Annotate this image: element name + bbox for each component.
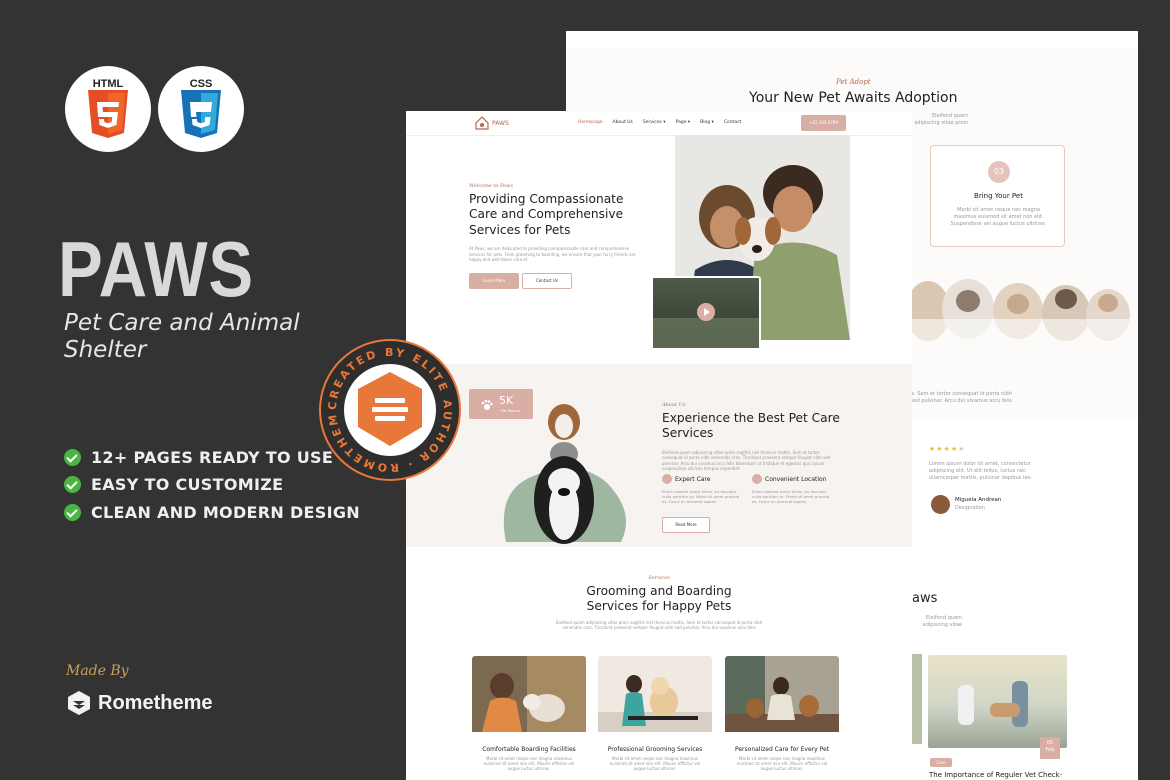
brand-subtitle: Pet Care and Animal Shelter xyxy=(64,310,300,363)
pets-group-image xyxy=(908,279,1138,349)
feature-expert-care-text: Etiam lobortis turpis tellus, eu faucibu… xyxy=(662,489,740,504)
step-text: Morbi sit amet neque nec magna maximus e… xyxy=(950,207,1047,227)
about-tag: About Us xyxy=(662,402,686,408)
about-title: Experience the Best Pet Care Services xyxy=(662,411,840,441)
site-logo-text: PAWS xyxy=(492,119,509,127)
made-by-label: Made By xyxy=(66,663,129,679)
nav-item-homepage[interactable]: Homepage xyxy=(578,120,603,125)
blog-card-image xyxy=(928,655,1067,748)
testimonial-name: Miguela Andrean xyxy=(955,497,1002,503)
blog-intro: Eleifend quam adipiscing vitae proin sag… xyxy=(922,615,962,628)
play-icon xyxy=(704,308,710,316)
about-section: 5K Pet Rescue About Us Experience the Be… xyxy=(406,364,912,547)
services-tag: Services xyxy=(648,575,670,581)
feature-expert-care-title: Expert Care xyxy=(675,476,711,483)
video-thumbnail[interactable] xyxy=(651,276,761,350)
testimonial-quote: Lorem ipsum dolor sit amet, consectetur … xyxy=(929,461,1032,481)
personalized-care-image xyxy=(725,656,839,732)
feature-location-text: Etiam lobortis turpis tellus, eu faucibu… xyxy=(752,489,830,504)
check-icon xyxy=(64,504,81,521)
feature-item: CLEAN AND MODERN DESIGN xyxy=(64,503,360,522)
dog-cat-image xyxy=(503,404,626,544)
nav-item-page[interactable]: Page ▾ xyxy=(676,120,691,125)
front-page-preview: PAWS Homepage About Us Services ▾ Page ▾… xyxy=(406,111,912,780)
blog-title-fragment: aws xyxy=(912,591,938,606)
location-icon xyxy=(752,474,762,484)
service-card-title: Professional Grooming Services xyxy=(607,746,703,753)
blog-date-day: 05 xyxy=(1046,740,1054,746)
services-text: Eleifend quam adipiscing vitae proin sag… xyxy=(555,620,763,631)
nav-item-services[interactable]: Services ▾ xyxy=(643,120,666,125)
site-logo[interactable]: PAWS xyxy=(474,115,509,131)
read-more-button[interactable]: Read More xyxy=(662,517,710,533)
nav-item-contact[interactable]: Contact xyxy=(724,120,742,125)
rometheme-name: Rometheme xyxy=(98,691,213,714)
elite-author-seal: CREATED BY ELITE AUTHOR · ROMETHEME STD … xyxy=(318,338,461,481)
testimonial-intro-a: Eleifend quam adipiscing vitae proin sag… xyxy=(912,391,1012,397)
nav-item-blog[interactable]: Blog ▾ xyxy=(700,120,714,125)
blog-card-title[interactable]: The Importance of Reguler Vet Check- xyxy=(929,771,1062,779)
html-label: HTML xyxy=(92,78,124,90)
brand-title: PAWS xyxy=(58,225,255,313)
step-title: Bring Your Pet xyxy=(974,192,1023,200)
blog-date-badge: 05 Feb xyxy=(1040,737,1060,759)
testimonial-intro-b: venenatis cras. Tincidunt praesent sempe… xyxy=(912,398,1012,404)
about-text: Eleifend quam adipiscing vitae proin sag… xyxy=(662,450,831,472)
feature-item: 12+ PAGES READY TO USE xyxy=(64,448,333,467)
rometheme-seal-icon xyxy=(372,398,408,421)
check-icon xyxy=(64,476,81,493)
contact-us-button[interactable]: Contact Us xyxy=(522,273,572,289)
adopt-title: Your New Pet Awaits Adoption xyxy=(749,90,958,106)
blog-date-month: Feb xyxy=(1045,747,1055,753)
service-card[interactable]: Professional Grooming Services Morbi sit… xyxy=(598,656,712,774)
rating-stars: ★★★★★ xyxy=(929,445,966,453)
service-card-title: Personalized Care for Every Pet xyxy=(734,746,830,753)
boarding-image xyxy=(472,656,586,732)
feature-label: CLEAN AND MODERN DESIGN xyxy=(91,503,360,522)
service-card-title: Comfortable Boarding Facilities xyxy=(482,746,576,753)
hero-text: At Paws, we are dedicated to providing c… xyxy=(469,246,636,262)
step-number: 03 xyxy=(988,161,1010,183)
check-icon xyxy=(64,449,81,466)
avatar xyxy=(931,495,950,514)
feature-location-title: Convenient Location xyxy=(765,476,827,483)
grooming-image xyxy=(598,656,712,732)
service-card-text: Morbi sit amet neque nec magna maximus e… xyxy=(483,756,575,772)
house-paw-icon xyxy=(475,116,489,130)
service-card-text: Morbi sit amet neque nec magna maximus e… xyxy=(609,756,701,772)
rometheme-icon xyxy=(68,691,90,715)
css3-badge: CSS xyxy=(158,66,244,152)
hero-tag: Welcome to Paws xyxy=(469,183,513,189)
adopt-intro: Eleifend quam adipiscing vitae proin sag… xyxy=(914,113,968,126)
adopt-step-card: 03 Bring Your Pet Morbi sit amet neque n… xyxy=(930,145,1065,247)
blog-category-badge[interactable]: Care xyxy=(930,758,952,767)
hero-title: Providing Compassionate Care and Compreh… xyxy=(469,192,624,237)
site-navbar: PAWS Homepage About Us Services ▾ Page ▾… xyxy=(406,111,912,136)
testimonial-role: Designation xyxy=(955,505,985,511)
learn-more-button[interactable]: Learn More xyxy=(469,273,519,289)
feature-label: EASY TO CUSTOMIZE xyxy=(91,475,284,494)
html5-badge: HTML xyxy=(65,66,151,152)
feature-item: EASY TO CUSTOMIZE xyxy=(64,475,283,494)
nav-menu: Homepage About Us Services ▾ Page ▾ Blog… xyxy=(578,120,741,125)
paw-icon xyxy=(481,399,493,410)
services-title: Grooming and Boarding Services for Happy… xyxy=(586,584,732,614)
rometheme-logo: Rometheme xyxy=(66,690,212,716)
service-card[interactable]: Comfortable Boarding Facilities Morbi si… xyxy=(472,656,586,774)
blog-image-partial xyxy=(912,654,922,744)
service-card[interactable]: Personalized Care for Every Pet Morbi si… xyxy=(725,656,839,774)
feature-label: 12+ PAGES READY TO USE xyxy=(91,448,334,467)
phone-button[interactable]: +62 345 6789 xyxy=(801,115,846,131)
css-label: CSS xyxy=(189,78,213,90)
adopt-tag: Pet Adopt xyxy=(836,78,871,86)
service-card-text: Morbi sit amet neque nec magna maximus e… xyxy=(736,756,828,772)
expert-care-icon xyxy=(662,474,672,484)
nav-item-about[interactable]: About Us xyxy=(613,120,633,125)
